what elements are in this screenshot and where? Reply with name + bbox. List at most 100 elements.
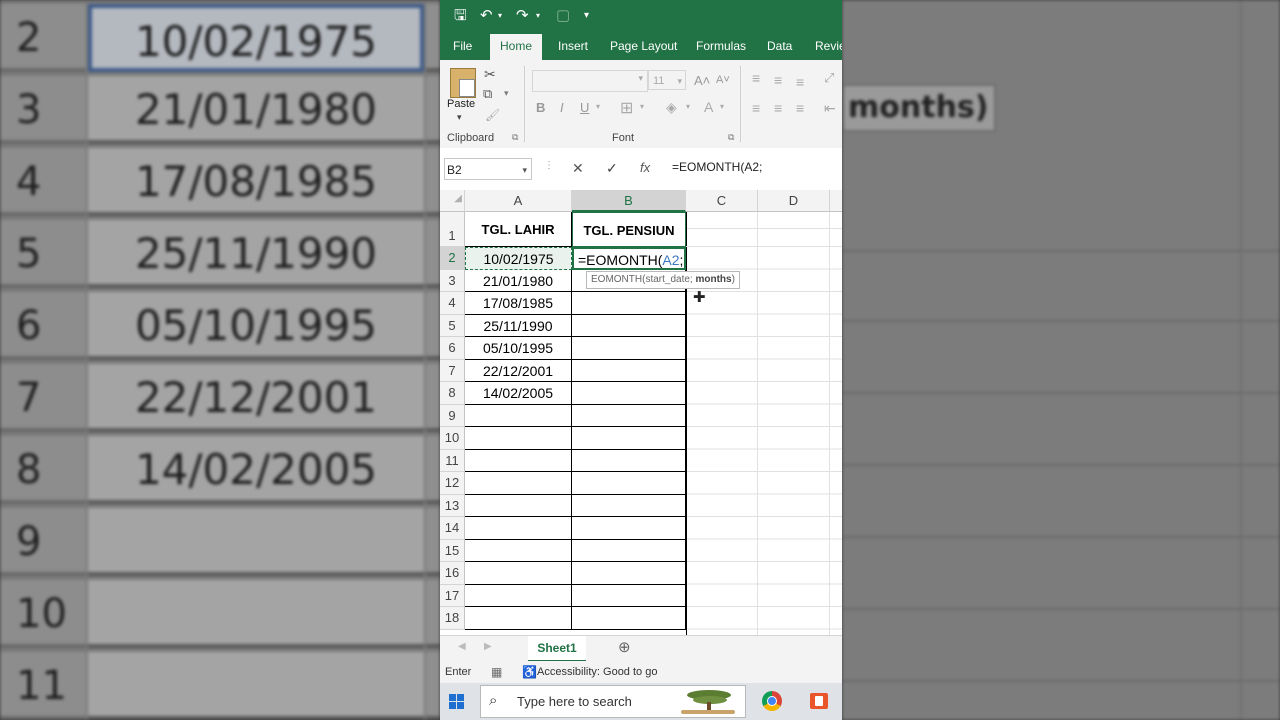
- cell-b18[interactable]: [572, 607, 686, 630]
- fill-color-dropdown-icon[interactable]: ▾: [686, 102, 690, 111]
- row-header[interactable]: 17: [440, 584, 465, 607]
- row-header[interactable]: 1: [440, 212, 465, 247]
- cell-b16[interactable]: [572, 562, 686, 585]
- copy-dropdown-icon[interactable]: ▾: [504, 88, 509, 99]
- row-header[interactable]: 16: [440, 562, 465, 585]
- cell-a12[interactable]: [465, 472, 572, 495]
- font-color-dropdown-icon[interactable]: ▾: [720, 102, 724, 111]
- italic-button[interactable]: I: [560, 100, 564, 115]
- bold-button[interactable]: B: [536, 100, 545, 115]
- cell-a7[interactable]: 22/12/2001: [465, 359, 572, 382]
- macro-record-icon[interactable]: ▦: [491, 661, 502, 683]
- customize-toolbar-icon[interactable]: ▾: [584, 0, 589, 32]
- align-right-icon[interactable]: ≡: [796, 100, 804, 116]
- accessibility-icon[interactable]: ♿: [522, 661, 537, 683]
- cell-b9[interactable]: [572, 404, 686, 427]
- header-tgl-lahir[interactable]: TGL. LAHIR: [465, 212, 572, 247]
- tab-formulas[interactable]: Formulas: [696, 32, 746, 60]
- save-icon[interactable]: 🖫: [454, 0, 467, 32]
- fill-color-icon[interactable]: ◈: [666, 99, 677, 116]
- cell-b6[interactable]: [572, 337, 686, 360]
- row-header[interactable]: 18: [440, 607, 465, 630]
- cell-b14[interactable]: [572, 517, 686, 540]
- cell-a11[interactable]: [465, 449, 572, 472]
- align-left-icon[interactable]: ≡: [752, 100, 760, 116]
- tab-review[interactable]: Revie: [815, 32, 842, 60]
- column-header-e[interactable]: [830, 190, 842, 212]
- cell-b13[interactable]: [572, 494, 686, 517]
- cell-a10[interactable]: [465, 427, 572, 450]
- cell-a2[interactable]: 10/02/1975: [465, 247, 572, 270]
- cell-a18[interactable]: [465, 607, 572, 630]
- align-center-icon[interactable]: ≡: [774, 100, 782, 116]
- cell-b4[interactable]: [572, 292, 686, 315]
- row-header[interactable]: 7: [440, 359, 465, 382]
- increase-font-size-icon[interactable]: A˄: [694, 73, 710, 88]
- underline-button[interactable]: U: [580, 100, 589, 115]
- orientation-icon[interactable]: ⤢: [824, 70, 834, 86]
- undo-icon[interactable]: ↶: [480, 0, 493, 32]
- cell-b8[interactable]: [572, 382, 686, 405]
- paste-button[interactable]: Paste: [447, 98, 475, 110]
- row-header[interactable]: 12: [440, 472, 465, 495]
- function-tooltip[interactable]: EOMONTH(start_date; months): [586, 271, 740, 289]
- cell-a13[interactable]: [465, 494, 572, 517]
- row-header[interactable]: 4: [440, 292, 465, 315]
- row-header[interactable]: 6: [440, 337, 465, 360]
- sheet-tab-sheet1[interactable]: Sheet1: [528, 636, 586, 662]
- font-name-dropdown[interactable]: ▾: [532, 70, 648, 92]
- cell-a5[interactable]: 25/11/1990: [465, 314, 572, 337]
- powerpoint-icon[interactable]: [810, 693, 828, 709]
- taskbar-search-box[interactable]: ⌕ Type here to search: [480, 685, 746, 718]
- select-all-button[interactable]: ◢: [440, 190, 465, 212]
- cell-a16[interactable]: [465, 562, 572, 585]
- row-header[interactable]: 10: [440, 427, 465, 450]
- header-tgl-pensiun[interactable]: TGL. PENSIUN: [572, 212, 686, 247]
- paste-dropdown-icon[interactable]: ▾: [457, 112, 462, 123]
- enter-icon[interactable]: ✓: [606, 160, 618, 177]
- format-painter-icon[interactable]: 🖌: [485, 108, 500, 122]
- cell-b2-editing[interactable]: =EOMONTH(A2;: [572, 247, 686, 270]
- row-header[interactable]: 5: [440, 314, 465, 337]
- cut-icon[interactable]: ✂: [484, 66, 496, 83]
- chrome-icon[interactable]: [762, 691, 782, 711]
- tab-home[interactable]: Home: [490, 34, 543, 60]
- copy-icon[interactable]: ⧉: [483, 86, 492, 102]
- paste-icon[interactable]: [450, 68, 476, 98]
- borders-icon[interactable]: ⊞: [620, 98, 633, 118]
- decrease-indent-icon[interactable]: ⇤: [824, 100, 836, 117]
- row-header[interactable]: 3: [440, 269, 465, 292]
- row-header[interactable]: 11: [440, 449, 465, 472]
- redo-dropdown-icon[interactable]: ▾: [536, 0, 540, 32]
- column-header-b[interactable]: B: [572, 190, 686, 212]
- clipboard-launcher-icon[interactable]: ⧉: [512, 132, 518, 143]
- formula-input[interactable]: =EOMONTH(A2;: [672, 160, 762, 174]
- cell-b7[interactable]: [572, 359, 686, 382]
- redo-icon[interactable]: ↷: [516, 0, 529, 32]
- column-header-d[interactable]: D: [758, 190, 830, 212]
- font-color-icon[interactable]: A: [704, 99, 713, 115]
- cell-a3[interactable]: 21/01/1980: [465, 269, 572, 292]
- underline-dropdown-icon[interactable]: ▾: [596, 102, 600, 111]
- scroll-right-icon[interactable]: ▶: [484, 641, 492, 652]
- insert-function-icon[interactable]: fx: [640, 160, 650, 175]
- column-header-a[interactable]: A: [465, 190, 572, 212]
- cell-a8[interactable]: 14/02/2005: [465, 382, 572, 405]
- bottom-align-icon[interactable]: ≡: [796, 74, 804, 90]
- name-box[interactable]: B2 ▾: [444, 158, 532, 180]
- tab-page-layout[interactable]: Page Layout: [610, 32, 677, 60]
- borders-dropdown-icon[interactable]: ▾: [640, 102, 644, 111]
- cell-b11[interactable]: [572, 449, 686, 472]
- cell-a9[interactable]: [465, 404, 572, 427]
- cell-b15[interactable]: [572, 539, 686, 562]
- cell-b5[interactable]: [572, 314, 686, 337]
- font-size-dropdown[interactable]: 11 ▾: [648, 70, 686, 90]
- cell-a15[interactable]: [465, 539, 572, 562]
- font-launcher-icon[interactable]: ⧉: [728, 132, 734, 143]
- cancel-icon[interactable]: ✕: [572, 160, 584, 177]
- middle-align-icon[interactable]: ≡: [774, 72, 782, 88]
- cell-a14[interactable]: [465, 517, 572, 540]
- undo-dropdown-icon[interactable]: ▾: [498, 0, 502, 32]
- windows-start-icon[interactable]: [449, 694, 464, 709]
- add-sheet-icon[interactable]: ⊕: [618, 638, 631, 656]
